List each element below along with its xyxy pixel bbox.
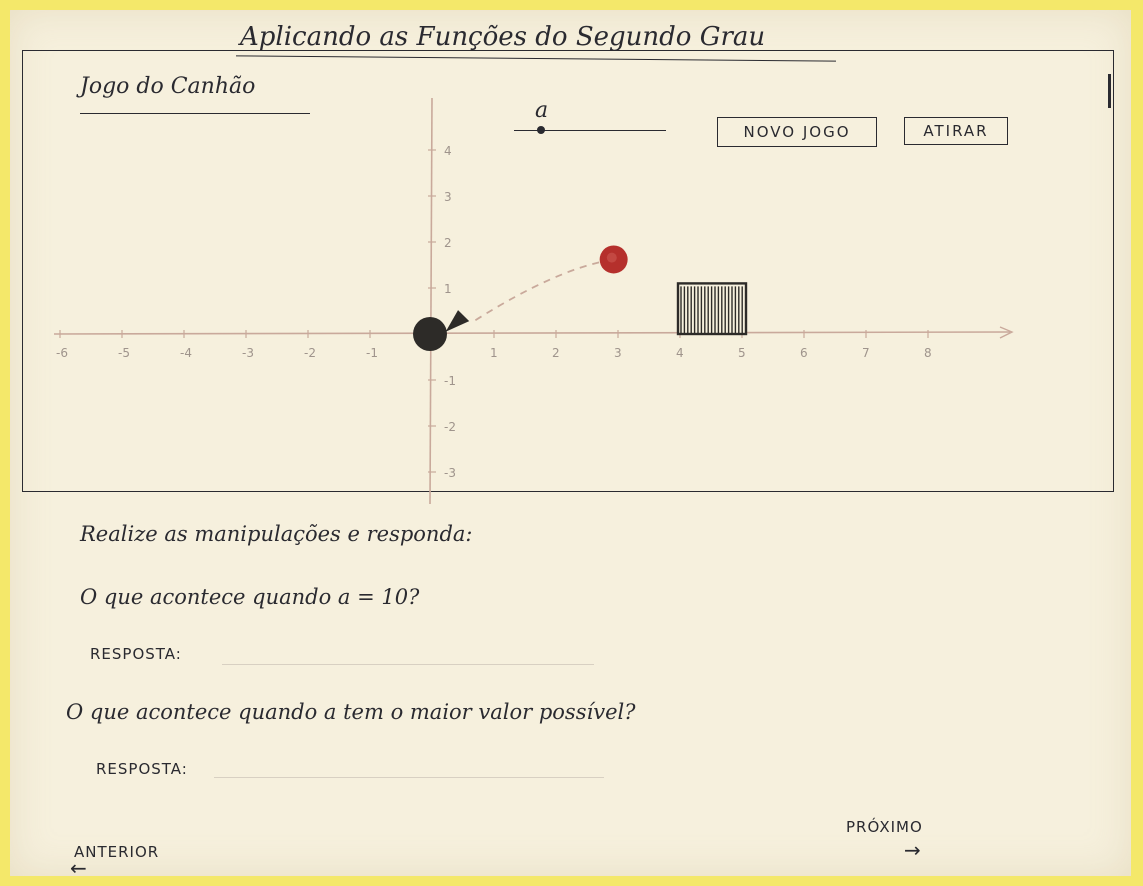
previous-button[interactable]: ANTERIOR: [74, 843, 159, 861]
page-title: Aplicando as Funções do Segundo Grau: [240, 22, 766, 52]
answer-2-input[interactable]: [214, 756, 604, 778]
fire-button[interactable]: ATIRAR: [904, 117, 1008, 145]
arrow-right-icon: →: [904, 838, 921, 862]
question-1: O que acontece quando a = 10?: [80, 585, 420, 609]
answer-1-label: RESPOSTA:: [90, 645, 182, 663]
question-2: O que acontece quando a tem o maior valo…: [66, 700, 636, 724]
slider-a-handle[interactable]: [537, 126, 545, 134]
previous-label: ANTERIOR: [74, 843, 160, 861]
next-button[interactable]: PRÓXIMO: [846, 818, 923, 836]
answer-1-input[interactable]: [222, 643, 594, 665]
next-label: PRÓXIMO: [846, 818, 923, 836]
game-title: Jogo do Canhão: [80, 74, 256, 99]
panel-side-mark: [1108, 74, 1111, 108]
slider-a-label: a: [535, 98, 549, 123]
arrow-left-icon: ←: [70, 856, 87, 880]
instruction-text: Realize as manipulações e responda:: [80, 522, 473, 546]
game-title-underline: [80, 113, 310, 114]
new-game-button[interactable]: NOVO JOGO: [717, 117, 877, 147]
answer-2-label: RESPOSTA:: [96, 760, 188, 778]
